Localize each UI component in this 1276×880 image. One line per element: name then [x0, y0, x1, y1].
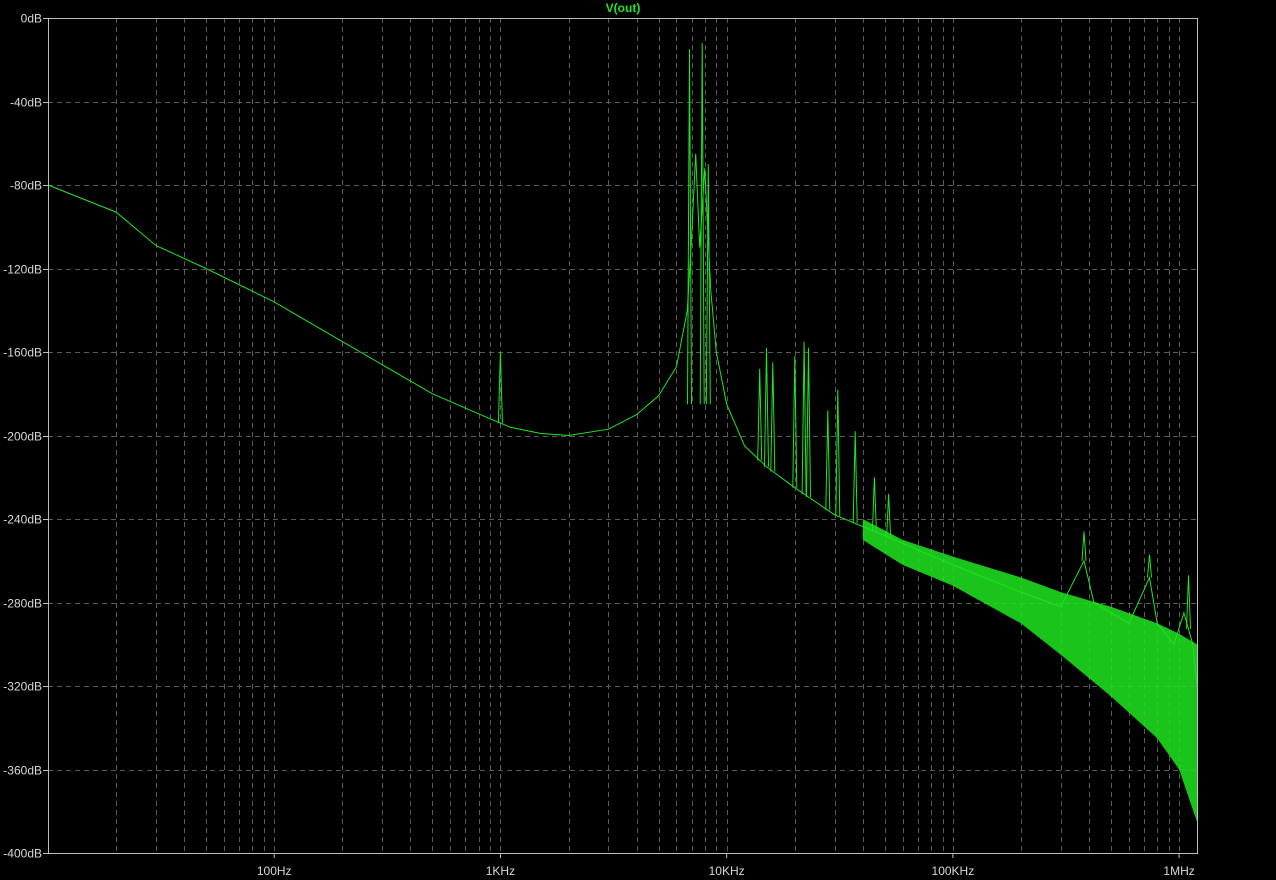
- x-tick-label: 100KHz: [932, 864, 975, 878]
- y-tick-label: -200dB: [3, 430, 42, 444]
- y-tick-label: -40dB: [10, 96, 42, 110]
- spectrum-plot: V(out) 0dB -40dB -80dB -120dB -160dB -200dB -2…: [0, 0, 1276, 880]
- x-tick-label: 1MHz: [1163, 864, 1194, 878]
- y-tick-label: -400dB: [3, 847, 42, 861]
- y-tick-label: 0dB: [21, 12, 42, 26]
- y-tick-label: -360dB: [3, 764, 42, 778]
- x-tick-label: 10KHz: [709, 864, 745, 878]
- x-tick-label: 100Hz: [257, 864, 292, 878]
- y-tick-label: -80dB: [10, 179, 42, 193]
- y-tick-label: -160dB: [3, 346, 42, 360]
- y-tick-label: -240dB: [3, 513, 42, 527]
- y-tick-label: -280dB: [3, 597, 42, 611]
- y-tick-label: -120dB: [3, 263, 42, 277]
- chart-title[interactable]: V(out): [606, 1, 641, 15]
- x-tick-label: 1KHz: [486, 864, 515, 878]
- y-tick-label: -320dB: [3, 680, 42, 694]
